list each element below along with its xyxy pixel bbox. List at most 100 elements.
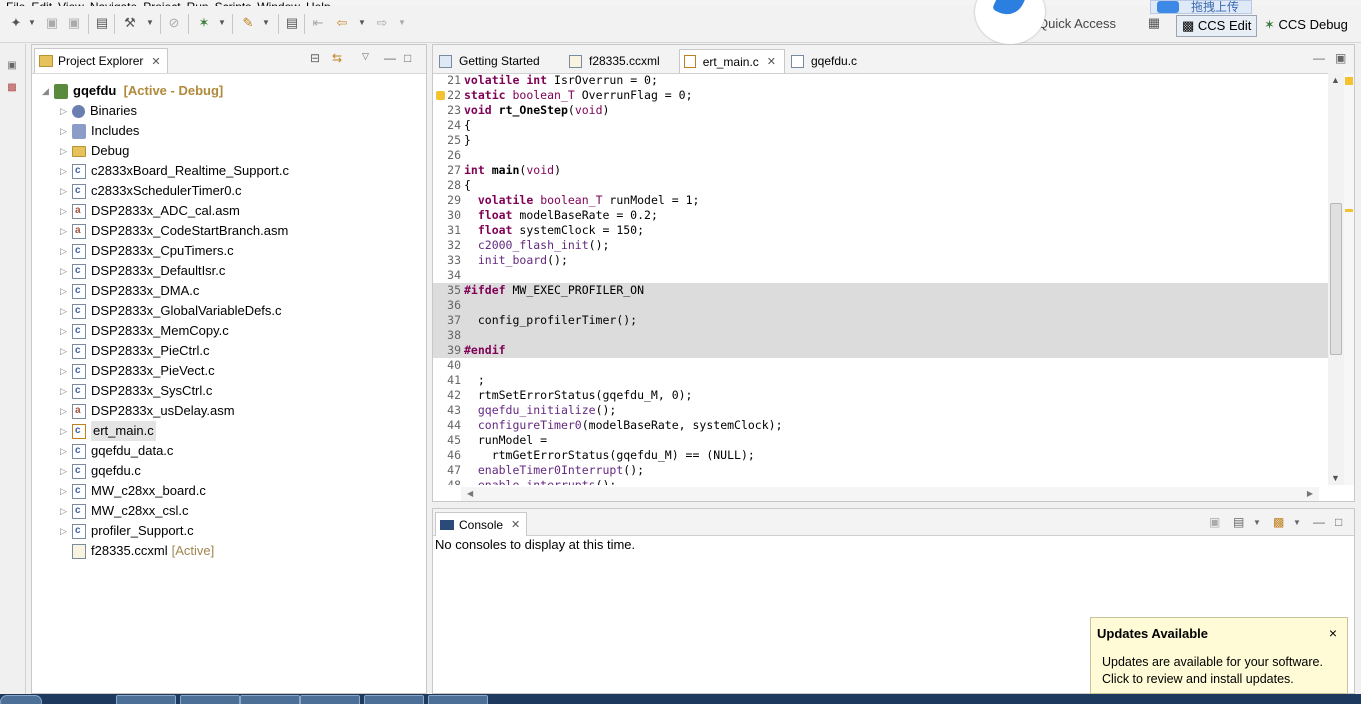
open-console-dropdown-icon[interactable]: ▼ — [1293, 518, 1301, 527]
code-line[interactable]: 28{ — [433, 178, 1328, 193]
tree-item[interactable]: ▷ DSP2833x_PieCtrl.c — [60, 341, 210, 361]
code-line[interactable]: 36 — [433, 298, 1328, 313]
updates-line-2[interactable]: Click to review and install updates. — [1102, 671, 1323, 688]
scroll-right-icon[interactable]: ▶ — [1307, 489, 1313, 498]
tree-item[interactable]: ▷ DSP2833x_SysCtrl.c — [60, 381, 212, 401]
collapsed-triangle-icon[interactable]: ▷ — [60, 261, 72, 281]
tree-item[interactable]: ▷ ert_main.c — [60, 421, 156, 441]
tree-item[interactable]: ▷ DSP2833x_ADC_cal.asm — [60, 201, 240, 221]
code-line[interactable]: 39 #endif — [433, 343, 1328, 358]
collapsed-triangle-icon[interactable]: ▷ — [60, 301, 72, 321]
code-line[interactable]: 34 — [433, 268, 1328, 283]
perspective-ccs-edit[interactable]: ▩ CCS Edit — [1176, 15, 1258, 37]
tree-item[interactable]: ▷ MW_c28xx_csl.c — [60, 501, 189, 521]
collapsed-triangle-icon[interactable]: ▷ — [60, 361, 72, 381]
collapsed-triangle-icon[interactable]: ▷ — [60, 221, 72, 241]
code-line[interactable]: 25} — [433, 133, 1328, 148]
skip-breakpoints-icon[interactable]: ⊘ — [166, 15, 182, 31]
display-console-icon[interactable]: ▤ — [1233, 515, 1244, 529]
display-console-dropdown-icon[interactable]: ▼ — [1253, 518, 1261, 527]
collapsed-triangle-icon[interactable]: ▷ — [60, 521, 72, 541]
code-line[interactable]: 47 enableTimer0Interrupt(); — [433, 463, 1328, 478]
build-dropdown-icon[interactable]: ▼ — [146, 18, 154, 27]
collapsed-triangle-icon[interactable]: ▷ — [60, 321, 72, 341]
collapsed-triangle-icon[interactable]: ▷ — [60, 481, 72, 501]
maximize-icon[interactable]: □ — [1335, 515, 1342, 529]
updates-body[interactable]: Updates are available for your software.… — [1102, 654, 1323, 688]
code-line[interactable]: 38 — [433, 328, 1328, 343]
close-icon[interactable]: ✕ — [767, 55, 776, 68]
scroll-up-icon[interactable]: ▲ — [1331, 75, 1340, 85]
taskbar-item[interactable] — [300, 695, 360, 704]
quick-access-input[interactable]: Quick Access — [1030, 15, 1132, 33]
tree-item[interactable]: ▷ DSP2833x_DMA.c — [60, 281, 199, 301]
code-line[interactable]: 30 float modelBaseRate = 0.2; — [433, 208, 1328, 223]
collapsed-triangle-icon[interactable]: ▷ — [60, 181, 72, 201]
code-line[interactable]: 23 void rt_OneStep(void) — [433, 103, 1328, 118]
flash-tool-icon[interactable]: ✎ — [240, 15, 256, 31]
code-line[interactable]: 37 config_profilerTimer(); — [433, 313, 1328, 328]
code-line[interactable]: 33 init_board(); — [433, 253, 1328, 268]
scrollbar-thumb[interactable] — [1330, 203, 1342, 355]
debug-bug-icon[interactable]: ✶ — [196, 15, 212, 31]
tree-item[interactable]: ▷ gqefdu.c — [60, 461, 141, 481]
new-icon[interactable]: ✦ — [8, 15, 24, 31]
tree-item[interactable]: ▷ Debug — [60, 141, 129, 161]
code-line[interactable]: 44 configureTimer0(modelBaseRate, system… — [433, 418, 1328, 433]
restore-icon[interactable]: ▣ — [4, 58, 20, 74]
tree-item[interactable]: ▷ DSP2833x_PieVect.c — [60, 361, 215, 381]
code-line[interactable]: 40 — [433, 358, 1328, 373]
code-line[interactable]: 46 rtmGetErrorStatus(gqefdu_M) == (NULL)… — [433, 448, 1328, 463]
tab-f28335-ccxml[interactable]: f28335.ccxml — [565, 49, 677, 73]
code-editor[interactable]: 21 volatile int IsrOverrun = 0; 22 static b… — [433, 73, 1328, 485]
upload-overlay-tag[interactable]: 拖拽上传 — [1150, 0, 1252, 14]
forward-arrow-icon[interactable]: ⇨ — [374, 15, 390, 31]
code-line[interactable]: 31 float systemClock = 150; — [433, 223, 1328, 238]
collapsed-triangle-icon[interactable]: ▷ — [60, 381, 72, 401]
taskbar-item[interactable] — [240, 695, 300, 704]
tree-item[interactable]: ▷ c2833xSchedulerTimer0.c — [60, 181, 242, 201]
collapsed-triangle-icon[interactable]: ▷ — [60, 141, 72, 161]
tree-item[interactable]: ▷ c2833xBoard_Realtime_Support.c — [60, 161, 289, 181]
collapsed-triangle-icon[interactable]: ▷ — [60, 501, 72, 521]
tree-item[interactable]: ▷ DSP2833x_CodeStartBranch.asm — [60, 221, 288, 241]
flash-dropdown-icon[interactable]: ▼ — [262, 18, 270, 27]
tab-project-explorer[interactable]: Project Explorer ✕ — [34, 48, 168, 73]
tab-getting-started[interactable]: Getting Started — [435, 49, 563, 73]
code-line[interactable]: 21 volatile int IsrOverrun = 0; — [433, 73, 1328, 88]
code-line[interactable]: 42 rtmSetErrorStatus(gqefdu_M, 0); — [433, 388, 1328, 403]
code-line[interactable]: 26 — [433, 148, 1328, 163]
occurrence-marker[interactable] — [1345, 209, 1353, 212]
close-icon[interactable]: ✕ — [511, 518, 520, 531]
view-menu-icon[interactable]: ▽ — [362, 51, 369, 62]
horizontal-scrollbar[interactable]: ◀ ▶ — [461, 487, 1319, 501]
open-perspective-icon[interactable]: ▦ — [1146, 15, 1162, 31]
build-hammer-icon[interactable]: ⚒ — [122, 15, 138, 31]
perspective-ccs-debug[interactable]: ✶ CCS Debug — [1260, 15, 1352, 35]
warning-marker-icon[interactable] — [1345, 77, 1353, 85]
code-line[interactable]: 24{ — [433, 118, 1328, 133]
collapsed-triangle-icon[interactable]: ▷ — [60, 161, 72, 181]
code-line[interactable]: 32 c2000_flash_init(); — [433, 238, 1328, 253]
collapsed-triangle-icon[interactable]: ▷ — [60, 241, 72, 261]
taskbar-item[interactable] — [180, 695, 240, 704]
minimize-icon[interactable]: — — [384, 51, 396, 65]
updates-notification[interactable]: Updates Available × Updates are availabl… — [1090, 617, 1348, 694]
collapsed-triangle-icon[interactable]: ▷ — [60, 421, 72, 441]
collapsed-triangle-icon[interactable]: ▷ — [60, 341, 72, 361]
scroll-down-icon[interactable]: ▼ — [1331, 473, 1340, 483]
code-line[interactable]: 29 volatile boolean_T runModel = 1; — [433, 193, 1328, 208]
collapsed-triangle-icon[interactable]: ▷ — [60, 101, 72, 121]
taskbar-item[interactable] — [428, 695, 488, 704]
save-icon[interactable]: ▣ — [44, 15, 60, 31]
open-console-icon[interactable]: ▩ — [1273, 515, 1284, 529]
tree-item[interactable]: ▷ DSP2833x_MemCopy.c — [60, 321, 229, 341]
code-line[interactable]: 43 gqefdu_initialize(); — [433, 403, 1328, 418]
collapse-all-icon[interactable]: ⊟ — [310, 51, 320, 65]
tab-console[interactable]: Console ✕ — [435, 512, 528, 536]
close-icon[interactable]: × — [1329, 625, 1337, 641]
link-editor-icon[interactable]: ⇆ — [332, 51, 342, 65]
code-line[interactable]: 48 enable_interrupts(); — [433, 478, 1328, 485]
code-line[interactable]: 27 int main(void) — [433, 163, 1328, 178]
tree-item[interactable]: ▷ Binaries — [60, 101, 137, 121]
